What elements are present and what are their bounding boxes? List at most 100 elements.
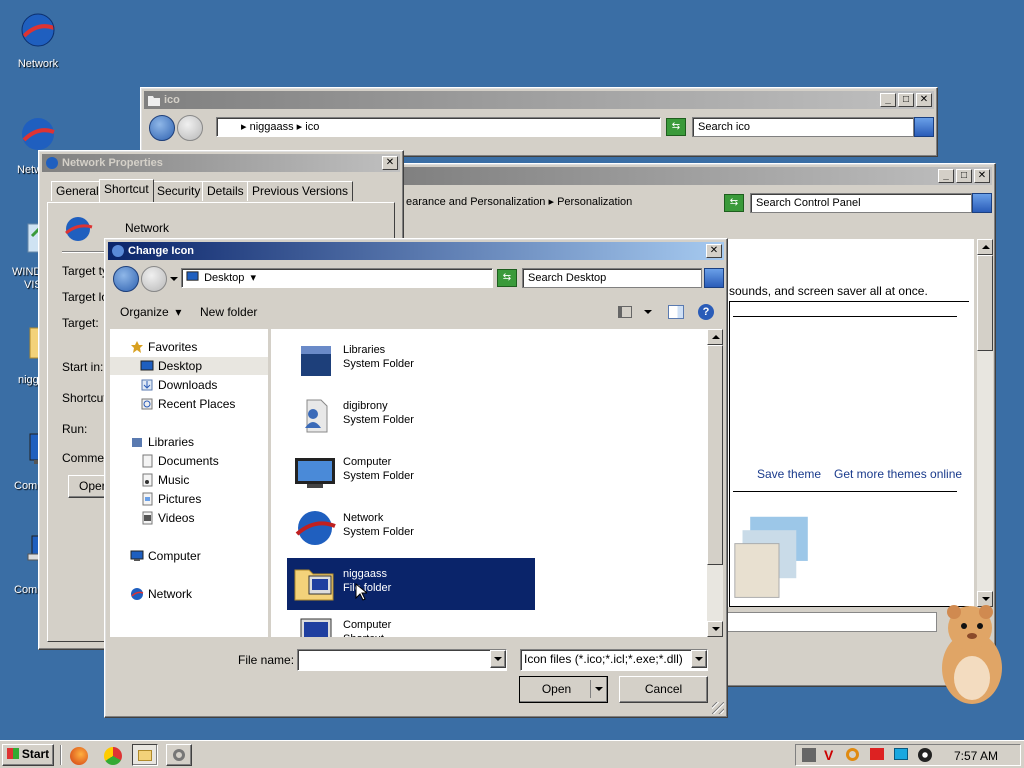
view-dropdown-icon[interactable] <box>644 310 652 314</box>
tab-general[interactable]: General <box>51 181 104 201</box>
breadcrumb-item[interactable]: niggaass <box>250 121 294 133</box>
minimize-button[interactable]: _ <box>880 93 896 107</box>
filter-dropdown-button[interactable] <box>691 650 707 668</box>
tab-security[interactable]: Security <box>152 181 206 201</box>
search-tray-icon[interactable] <box>846 748 859 761</box>
forward-button[interactable] <box>177 115 203 141</box>
tree-label: Desktop <box>158 359 203 373</box>
organize-button[interactable]: Organize ▾ <box>120 305 181 319</box>
file-type-filter-select[interactable]: Icon files (*.ico;*.icl;*.exe;*.dll) <box>520 649 708 671</box>
minimize-button[interactable]: _ <box>938 169 954 183</box>
list-item[interactable]: Network System Folder <box>287 502 535 554</box>
list-item[interactable]: niggaass File folder <box>287 558 535 610</box>
maximize-button[interactable]: □ <box>956 169 972 183</box>
separator <box>733 316 957 317</box>
address-bar[interactable]: earance and Personalization ▸ Personaliz… <box>402 193 720 213</box>
mouse-cursor-icon <box>355 583 367 601</box>
list-item[interactable]: digibrony System Folder <box>287 390 535 442</box>
folder-icon <box>148 96 160 106</box>
forward-button[interactable] <box>141 266 167 292</box>
tab-previous-versions[interactable]: Previous Versions <box>247 181 354 201</box>
open-button[interactable]: Open <box>519 676 608 703</box>
refresh-button[interactable]: ⇆ <box>666 118 686 136</box>
chrome-icon[interactable] <box>104 747 122 765</box>
tree-item-desktop[interactable]: Desktop <box>110 357 268 375</box>
file-name-dropdown-button[interactable] <box>490 650 506 668</box>
close-button[interactable]: ✕ <box>382 156 398 170</box>
tab-details[interactable]: Details <box>202 181 249 201</box>
theme-preview-icon <box>734 516 808 598</box>
volume-icon[interactable] <box>918 748 932 762</box>
system-tray: V 7:57 AM <box>795 744 1021 766</box>
tool-icon[interactable] <box>802 748 816 762</box>
breadcrumb-item[interactable]: Personalization <box>557 196 632 208</box>
open-options-dropdown-icon[interactable] <box>595 687 603 691</box>
search-button[interactable] <box>972 193 992 213</box>
resize-grip-icon[interactable] <box>712 702 724 714</box>
desktop-icon-label: WIND <box>12 266 42 278</box>
field-label: Target: <box>62 316 99 330</box>
file-list-scrollbar[interactable] <box>707 329 723 637</box>
scroll-thumb[interactable] <box>707 345 723 565</box>
list-item[interactable]: Libraries System Folder <box>287 334 535 386</box>
ico-window-titlebar[interactable]: ico _ □ ✕ <box>144 91 934 109</box>
back-button[interactable] <box>149 115 175 141</box>
control-panel-titlebar[interactable]: _ □ ✕ <box>402 167 992 185</box>
change-icon-dialog[interactable]: Change Icon ✕ Desktop ▾ ⇆ Search Desktop… <box>104 238 728 718</box>
close-button[interactable]: ✕ <box>974 169 990 183</box>
search-button[interactable] <box>914 117 934 137</box>
search-input[interactable]: Search ico <box>692 117 914 137</box>
file-type: System Folder <box>343 470 414 482</box>
tab-shortcut[interactable]: Shortcut <box>99 179 154 202</box>
change-icon-navbar: Desktop ▾ ⇆ Search Desktop <box>108 264 724 294</box>
clock[interactable]: 7:57 AM <box>954 749 998 763</box>
search-input[interactable]: Search Desktop <box>522 268 702 288</box>
videos-icon <box>142 511 153 525</box>
ico-window[interactable]: ico _ □ ✕ ▸ niggaass ▸ ico ⇆ Search ico <box>140 87 938 157</box>
save-theme-link[interactable]: Save theme <box>757 467 821 481</box>
help-icon[interactable]: ? <box>698 304 714 320</box>
scroll-down-button[interactable] <box>707 621 723 637</box>
breadcrumb-item[interactable]: Desktop <box>204 272 244 284</box>
explorer-taskbar-button[interactable] <box>132 744 158 766</box>
address-bar[interactable]: Desktop ▾ <box>181 268 493 288</box>
list-item[interactable]: Computer Shortcut <box>287 613 535 637</box>
cancel-button[interactable]: Cancel <box>619 676 708 703</box>
change-icon-titlebar[interactable]: Change Icon ✕ <box>108 242 724 260</box>
flag-icon[interactable] <box>870 748 884 760</box>
get-more-themes-link[interactable]: Get more themes online <box>834 467 962 481</box>
scroll-thumb[interactable] <box>977 255 993 351</box>
refresh-button[interactable]: ⇆ <box>724 194 744 212</box>
network-properties-titlebar[interactable]: Network Properties ✕ <box>42 154 400 172</box>
file-name-input[interactable] <box>297 649 507 671</box>
scroll-up-button[interactable] <box>977 239 993 255</box>
scroll-up-button[interactable] <box>707 329 723 345</box>
breadcrumb-item[interactable]: ico <box>305 121 319 133</box>
history-dropdown-icon[interactable] <box>170 277 178 281</box>
settings-taskbar-button[interactable] <box>166 744 192 766</box>
close-button[interactable]: ✕ <box>706 244 722 258</box>
antivirus-icon[interactable]: V <box>824 747 833 763</box>
new-folder-button[interactable]: New folder <box>200 305 257 319</box>
maximize-button[interactable]: □ <box>898 93 914 107</box>
desktop-icon-network[interactable]: Network <box>0 8 76 70</box>
address-bar[interactable]: ▸ niggaass ▸ ico <box>216 117 661 137</box>
list-item[interactable]: Computer System Folder <box>287 446 535 498</box>
vertical-scrollbar[interactable] <box>977 239 993 607</box>
desktop-icon <box>140 360 154 371</box>
back-button[interactable] <box>113 266 139 292</box>
breadcrumb-item[interactable]: earance and Personalization <box>406 196 545 208</box>
search-placeholder: Search Desktop <box>528 272 607 284</box>
file-name: Computer <box>343 619 392 631</box>
firefox-icon[interactable] <box>70 747 88 765</box>
refresh-button[interactable]: ⇆ <box>497 269 517 287</box>
search-button[interactable] <box>704 268 724 288</box>
preview-pane-icon[interactable] <box>668 305 684 319</box>
file-name: digibrony <box>343 400 388 412</box>
close-button[interactable]: ✕ <box>916 93 932 107</box>
view-options-icon[interactable] <box>618 306 632 318</box>
search-input[interactable]: Search Control Panel <box>750 193 972 213</box>
button-label: Organize <box>120 305 169 319</box>
display-icon[interactable] <box>894 748 908 760</box>
start-button[interactable]: Start <box>2 744 54 766</box>
